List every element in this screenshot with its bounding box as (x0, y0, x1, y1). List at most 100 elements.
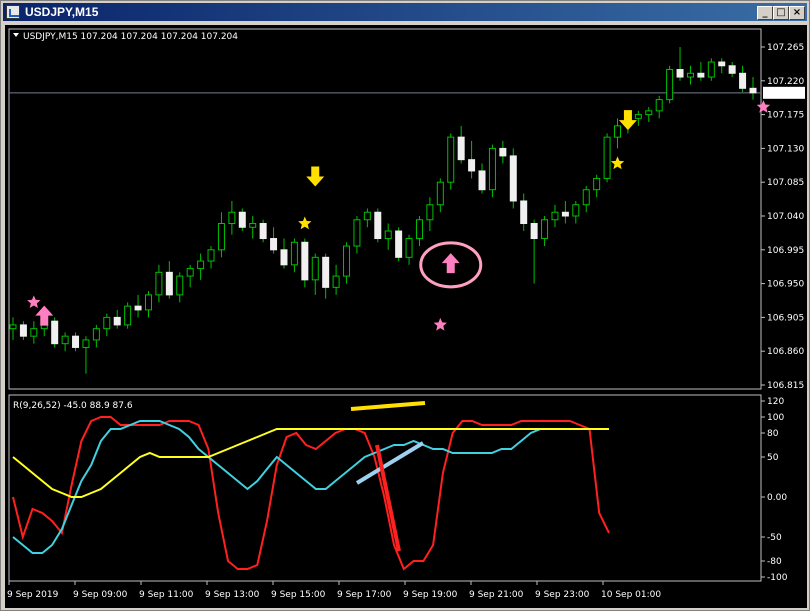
candle-body (51, 320, 59, 345)
candle-body (176, 275, 184, 296)
candle-body (707, 61, 715, 78)
candle-body (249, 223, 257, 228)
candle-body (697, 72, 705, 78)
yellow-star-icon (298, 216, 312, 230)
y-tick-label-6: 106.995 (767, 246, 804, 256)
main-chart-header: USDJPY,M15 107.204 107.204 107.204 107.2… (23, 32, 238, 42)
candle-body (332, 275, 340, 288)
candle-body (478, 170, 486, 191)
candle-body (655, 99, 663, 112)
indicator-y-tick-label-6: -80 (767, 557, 782, 567)
candle-body (113, 316, 121, 326)
candle-body (72, 335, 80, 348)
yellow-star-icon (610, 156, 625, 170)
candle-body (520, 200, 528, 225)
candle-body (405, 238, 413, 258)
indicator-y-tick-label-2: 80 (767, 429, 779, 439)
indicator-y-tick-label-5: -50 (767, 533, 782, 543)
candle-body (30, 328, 38, 337)
indicator-y-tick-label-7: -100 (767, 573, 788, 583)
yellow-trendline (350, 401, 426, 411)
candle-body (124, 305, 132, 326)
candle-body (207, 249, 215, 262)
candle-body (217, 223, 225, 251)
candle-body (238, 211, 246, 228)
y-tick-label-2: 107.175 (767, 111, 804, 121)
current-price-label: 107.204 (765, 89, 802, 99)
indicator-y-tick-label-0: 120 (767, 397, 784, 407)
close-button[interactable]: × (789, 6, 805, 20)
y-tick-label-10: 106.815 (767, 381, 804, 391)
candle-body (82, 339, 90, 348)
dropdown-triangle-icon (13, 33, 19, 37)
candle-body (280, 249, 288, 266)
candle-body (739, 72, 747, 89)
candle-body (499, 147, 507, 157)
title-bar[interactable]: USDJPY,M15 _ □ × (3, 3, 807, 21)
candle-body (228, 211, 236, 225)
y-tick-label-1: 107.220 (767, 77, 804, 87)
candle-body (686, 72, 694, 78)
candle-body (509, 155, 517, 202)
candle-body (165, 271, 173, 296)
x-tick-label-2: 9 Sep 11:00 (139, 590, 194, 600)
indicator-y-tick-label-1: 100 (767, 413, 784, 423)
chart-window: USDJPY,M15 _ □ × 107.265 107.220 107.175 10… (0, 0, 810, 611)
candle-body (134, 305, 142, 311)
x-tick-label-4: 9 Sep 15:00 (271, 590, 326, 600)
main-chart-frame (8, 28, 762, 390)
candle-body (374, 211, 382, 240)
candle-body (614, 125, 622, 138)
x-tick-label-7: 9 Sep 21:00 (469, 590, 524, 600)
candle-body (259, 223, 267, 240)
pink-star-icon (433, 317, 447, 331)
candle-body (186, 268, 194, 277)
candle-body (395, 230, 403, 258)
candle-body (530, 223, 538, 240)
candle-body (457, 136, 465, 161)
candle-body (603, 136, 611, 179)
candle-body (301, 241, 309, 281)
maximize-button[interactable]: □ (773, 6, 789, 20)
down-arrow-icon (618, 110, 637, 131)
candle-body (634, 114, 642, 119)
x-tick-label-6: 9 Sep 19:00 (403, 590, 458, 600)
candle-body (353, 219, 361, 247)
chart-area[interactable]: 107.265 107.220 107.175 107.130 107.085 107.0… (5, 25, 807, 608)
candle-body (645, 110, 653, 116)
chart-app-icon (6, 5, 20, 19)
candle-body (676, 69, 684, 78)
candle-body (197, 260, 205, 270)
candle-body (270, 238, 278, 251)
y-tick-label-3: 107.130 (767, 144, 804, 154)
x-tick-label-8: 9 Sep 23:00 (535, 590, 590, 600)
window-title: USDJPY,M15 (25, 5, 99, 19)
y-tick-label-9: 106.860 (767, 347, 804, 357)
candle-body (384, 230, 392, 240)
chart-canvas[interactable]: 107.265 107.220 107.175 107.130 107.085 107.0… (5, 25, 807, 608)
candle-body (61, 335, 69, 345)
indicator-y-tick-label-4: 0.00 (767, 493, 787, 503)
candle-body (666, 69, 674, 101)
candle-body (572, 204, 580, 217)
y-tick-label-4: 107.085 (767, 178, 804, 188)
minimize-button[interactable]: _ (757, 6, 773, 20)
candle-body (92, 328, 100, 341)
y-tick-label-7: 106.950 (767, 280, 804, 290)
candle-body (343, 245, 351, 277)
candle-body (488, 147, 496, 191)
candle-body (468, 159, 476, 172)
candle-body (415, 219, 423, 240)
up-arrow-icon (441, 253, 460, 274)
candle-body (363, 211, 371, 221)
candle-body (9, 324, 17, 330)
candle-body (436, 181, 444, 206)
candle-body (582, 189, 590, 206)
up-arrow-icon (35, 305, 54, 326)
candle-body (103, 316, 111, 330)
y-tick-label-0: 107.265 (767, 43, 804, 53)
candle-body (19, 324, 27, 337)
x-tick-label-3: 9 Sep 13:00 (205, 590, 260, 600)
candle-body (155, 271, 163, 296)
candle-body (447, 136, 455, 183)
